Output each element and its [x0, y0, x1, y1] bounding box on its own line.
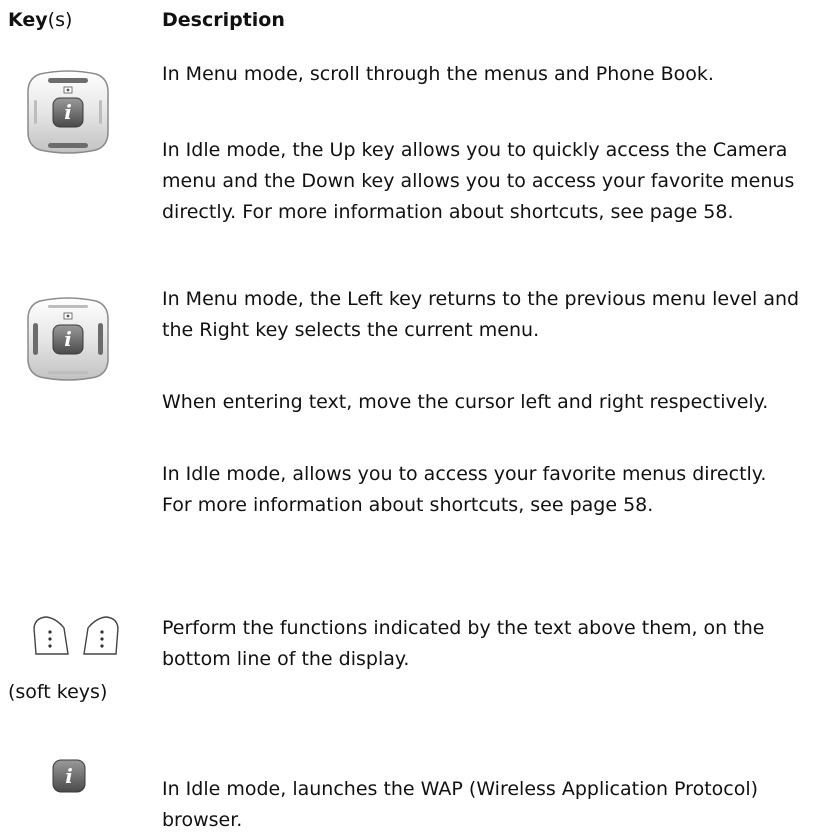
- soft-keys-icon: [33, 616, 119, 655]
- row4-para1: In Idle mode, launches the WAP (Wireless…: [162, 778, 759, 831]
- page: Key(s) Description i In Menu mode, scrol…: [0, 0, 816, 839]
- row2-para2: When entering text, move the cursor left…: [162, 391, 769, 413]
- navigation-key-left-right-icon: i: [27, 297, 109, 381]
- svg-text:i: i: [65, 764, 73, 788]
- svg-text:i: i: [64, 100, 72, 124]
- navigation-key-up-down-icon: i: [27, 70, 109, 154]
- row1-para1: In Menu mode, scroll through the menus a…: [162, 63, 714, 85]
- row1-para2: In Idle mode, the Up key allows you to q…: [162, 139, 795, 223]
- soft-keys-caption: (soft keys): [8, 681, 108, 703]
- row2-para1: In Menu mode, the Left key returns to th…: [162, 288, 800, 341]
- key-column-header: Key(s): [8, 9, 73, 31]
- row3-para1: Perform the functions indicated by the t…: [162, 617, 765, 670]
- wap-key-icon: i: [52, 759, 86, 793]
- row2-para3: In Idle mode, allows you to access your …: [162, 463, 767, 516]
- svg-text:i: i: [64, 327, 72, 351]
- description-column-header: Description: [162, 9, 285, 31]
